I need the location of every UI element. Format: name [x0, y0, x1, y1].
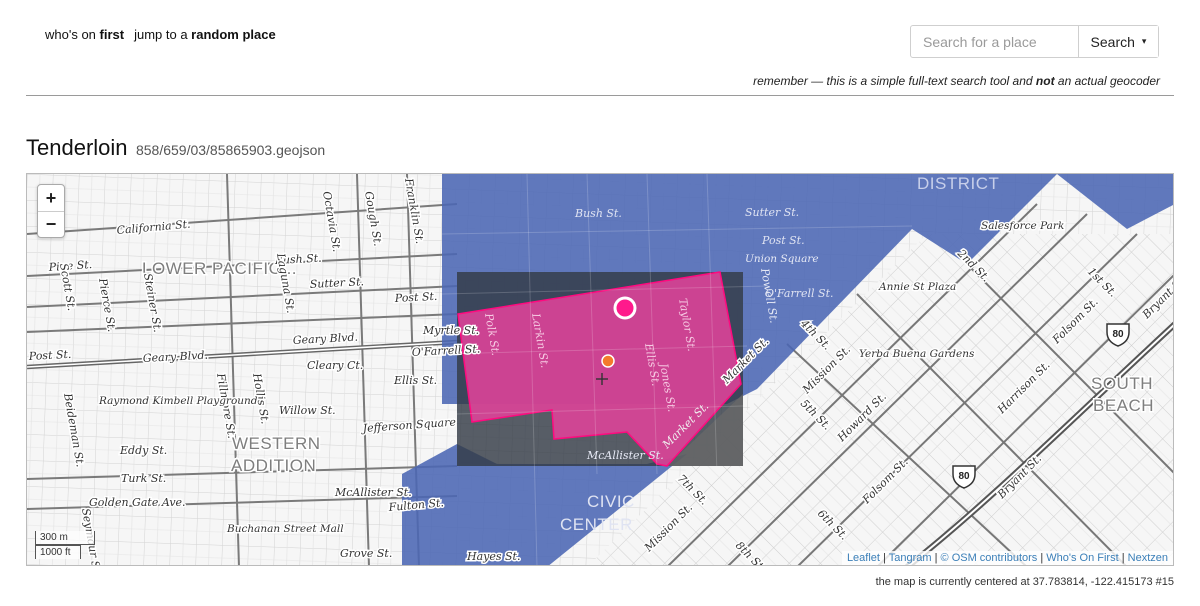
street-label: Eddy St. [119, 444, 167, 457]
svg-text:80: 80 [958, 471, 970, 482]
street-label: Bush St. [574, 207, 622, 220]
district-label: DISTRICT [917, 174, 999, 193]
street-label: McAllister St. [334, 486, 412, 499]
street-label: McAllister St. [586, 449, 664, 462]
zoom-control: + − [37, 184, 65, 238]
street-label: Cleary Ct. [307, 359, 363, 372]
geometry-centroid-marker[interactable] [601, 354, 615, 368]
svg-text:80: 80 [1112, 329, 1124, 340]
tangram-link[interactable]: Tangram [889, 552, 932, 564]
zoom-in-button[interactable]: + [38, 185, 64, 211]
place-name: Tenderloin [26, 135, 128, 160]
search-disclaimer: remember — this is a simple full-text se… [753, 74, 1160, 88]
map-view[interactable]: LOWER PACIFIC... WESTERN ADDITION CIVIC … [26, 173, 1174, 566]
search-button[interactable]: Search ▾ [1079, 26, 1158, 57]
poi-label: Annie St Plaza [878, 281, 956, 293]
district-label: LOWER PACIFIC... [142, 259, 297, 278]
top-nav: who's on first jump to a random place [45, 27, 276, 42]
street-label: Ellis St. [393, 374, 437, 387]
district-label: BEACH [1093, 396, 1154, 415]
geojson-path[interactable]: 858/659/03/85865903.geojson [136, 142, 325, 158]
district-label: SOUTH [1091, 374, 1153, 393]
street-label: Golden Gate Ave. [89, 496, 186, 509]
caret-down-icon: ▾ [1141, 36, 1147, 46]
poi-label: Buchanan Street Mall [226, 523, 344, 535]
scale-imperial: 1000 ft [35, 545, 81, 559]
street-label: Post St. [27, 348, 71, 363]
district-label: WESTERN [232, 434, 321, 453]
street-label: Post St. [393, 290, 437, 305]
scale-metric: 300 m [35, 531, 95, 545]
map-center-status: the map is currently centered at 37.7838… [875, 576, 1174, 588]
label-centroid-marker[interactable] [613, 296, 637, 320]
nextzen-link[interactable]: Nextzen [1128, 552, 1168, 564]
map-canvas[interactable]: LOWER PACIFIC... WESTERN ADDITION CIVIC … [27, 174, 1174, 566]
search-input[interactable] [911, 26, 1079, 57]
header-divider [26, 95, 1174, 96]
street-label: Myrtle St. [422, 324, 479, 337]
street-label: Sutter St. [745, 206, 799, 219]
poi-label: Union Square [745, 253, 819, 265]
osm-link[interactable]: © OSM contributors [941, 552, 1038, 564]
wof-link[interactable]: Who's On First [1046, 552, 1118, 564]
poi-label: Raymond Kimbell Playground [98, 395, 258, 407]
random-place-link[interactable]: jump to a random place [134, 27, 276, 42]
poi-label: Yerba Buena Gardens [859, 348, 975, 360]
place-title: Tenderloin 858/659/03/85865903.geojson [26, 135, 325, 161]
district-label: ADDITION [231, 456, 316, 475]
street-label: Willow St. [279, 404, 336, 417]
map-attribution: Leaflet | Tangram | © OSM contributors |… [841, 551, 1173, 565]
district-label: CENTER [560, 515, 633, 534]
zoom-out-button[interactable]: − [38, 211, 64, 237]
street-label: Grove St. [340, 547, 392, 560]
poi-label: Salesforce Park [981, 220, 1064, 232]
street-label: Hayes St. [466, 550, 520, 563]
street-label: Post St. [761, 234, 805, 247]
leaflet-link[interactable]: Leaflet [847, 552, 880, 564]
search-button-label: Search [1090, 33, 1135, 50]
scale-bar: 300 m 1000 ft [35, 531, 95, 559]
search-form: Search ▾ [910, 25, 1159, 58]
district-label: CIVIC [587, 492, 635, 511]
street-label: Turk St. [121, 472, 166, 485]
whos-on-first-link[interactable]: who's on first [45, 27, 124, 42]
